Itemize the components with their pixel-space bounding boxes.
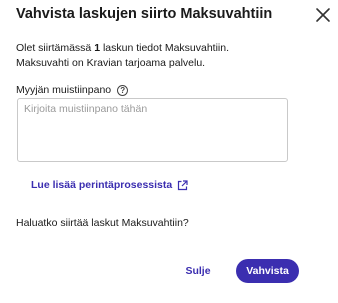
close-icon xyxy=(316,8,330,22)
external-link-icon xyxy=(178,179,188,190)
help-circle-icon[interactable]: ? xyxy=(117,84,129,96)
confirm-transfer-dialog: Vahvista laskujen siirto Maksuvahtiin Ol… xyxy=(0,0,338,303)
confirm-button[interactable]: Vahvista xyxy=(236,259,299,283)
cancel-button[interactable]: Sulje xyxy=(180,262,216,280)
notes-label-row: Myyjän muistiinpano ? xyxy=(16,84,129,96)
description-line-2: Maksuvahti on Kravian tarjoama palvelu. xyxy=(16,57,206,69)
description-line-1: Olet siirtämässä 1 laskun tiedot Maksuva… xyxy=(16,42,229,54)
confirm-question: Haluatko siirtää laskut Maksuvahtiin? xyxy=(16,217,189,229)
read-more-link-text[interactable]: Lue lisää perintäprosessista xyxy=(31,179,172,191)
close-button[interactable] xyxy=(314,6,332,24)
dialog-title: Vahvista laskujen siirto Maksuvahtiin xyxy=(16,6,273,22)
notes-label: Myyjän muistiinpano xyxy=(16,84,112,96)
description-suffix: laskun tiedot Maksuvahtiin. xyxy=(100,42,230,54)
read-more-link[interactable]: Lue lisää perintäprosessista xyxy=(31,179,188,191)
notes-textarea[interactable] xyxy=(17,98,288,162)
description-prefix: Olet siirtämässä xyxy=(16,42,95,54)
